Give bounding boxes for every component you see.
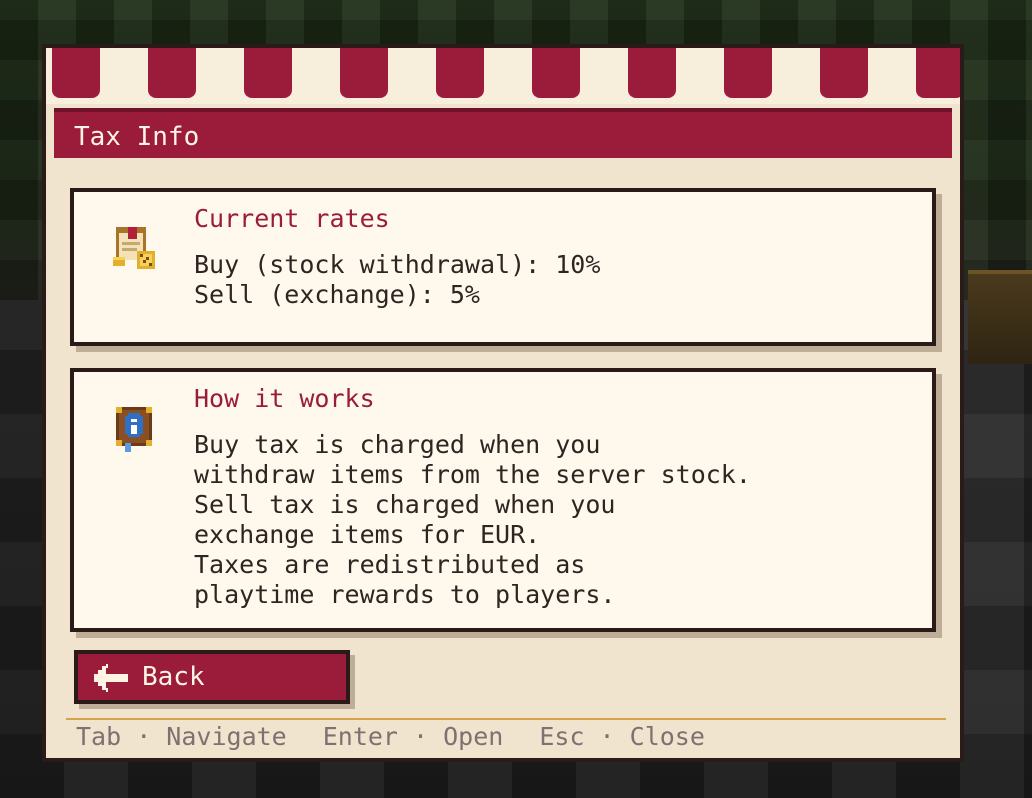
info-line: Sell tax is charged when you xyxy=(194,490,616,519)
tax-scroll-icon xyxy=(110,224,158,272)
awning-stripe xyxy=(340,48,388,98)
awning-stripe xyxy=(628,48,676,98)
awning-stripe xyxy=(916,48,960,98)
tax-info-panel: Tax Info Current rates Buy (stock withdr… xyxy=(42,44,964,762)
hint-enter-open: Enter · Open xyxy=(322,722,504,751)
info-line: Buy tax is charged when you xyxy=(194,430,601,459)
hint-esc-close: Esc · Close xyxy=(539,722,705,751)
awning-stripe xyxy=(52,48,100,98)
back-button[interactable]: Back xyxy=(74,650,350,704)
hint-tab-navigate: Tab · Navigate xyxy=(76,722,287,751)
awning xyxy=(46,48,960,104)
window-title: Tax Info xyxy=(74,122,200,152)
title-bar: Tax Info xyxy=(54,108,952,158)
awning-stripe xyxy=(532,48,580,98)
sell-rate-text: Sell (exchange): 5% xyxy=(194,280,480,309)
background-barrel xyxy=(968,270,1032,364)
awning-stripe xyxy=(724,48,772,98)
awning-stripe xyxy=(820,48,868,98)
rates-card: Current rates Buy (stock withdrawal): 10… xyxy=(70,188,936,346)
awning-stripe xyxy=(244,48,292,98)
info-heading: How it works xyxy=(194,384,375,413)
back-arrow-icon xyxy=(90,664,130,692)
info-card: How it works Buy tax is charged when you… xyxy=(70,368,936,632)
keybind-hints: Tab · Navigate Enter · Open Esc · Close xyxy=(76,722,741,752)
info-line: Taxes are redistributed as xyxy=(194,550,586,579)
back-button-label: Back xyxy=(142,662,205,692)
awning-stripe xyxy=(148,48,196,98)
buy-rate-text: Buy (stock withdrawal): 10% xyxy=(194,250,601,279)
footer-divider xyxy=(66,718,946,720)
info-line: playtime rewards to players. xyxy=(194,580,616,609)
info-line: exchange items for EUR. xyxy=(194,520,541,549)
awning-stripe xyxy=(436,48,484,98)
info-book-icon xyxy=(110,404,158,452)
rates-heading: Current rates xyxy=(194,204,390,233)
info-line: withdraw items from the server stock. xyxy=(194,460,751,489)
